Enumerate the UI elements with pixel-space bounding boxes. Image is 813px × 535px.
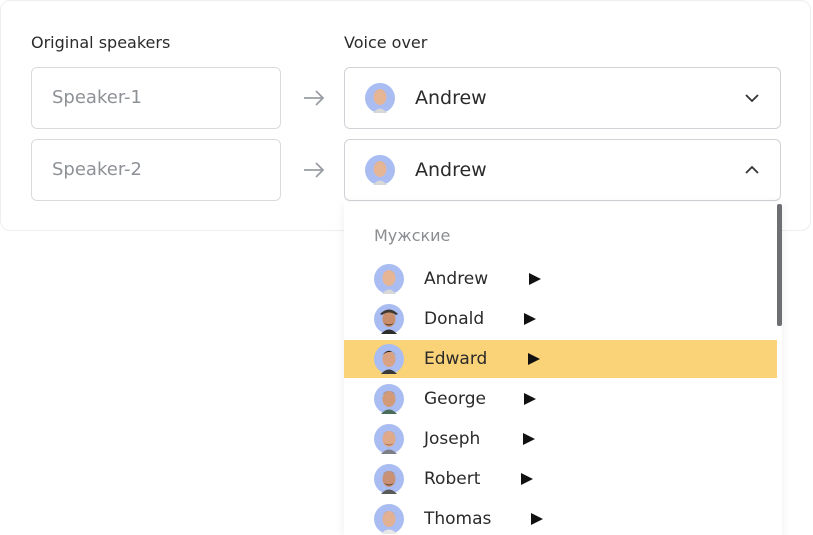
voice-option-name: George	[424, 389, 486, 409]
voice-select-speaker-1[interactable]: Andrew	[344, 67, 781, 129]
play-icon[interactable]	[522, 432, 536, 446]
play-icon[interactable]	[520, 472, 534, 486]
voice-option-name: Thomas	[424, 509, 492, 529]
avatar-joseph-icon	[374, 424, 404, 454]
speaker-2-field[interactable]: Speaker-2	[31, 139, 281, 201]
chevron-down-icon	[745, 94, 759, 103]
voice-option-donald[interactable]: Donald	[344, 300, 777, 338]
dropdown-scrollbar-thumb[interactable]	[777, 204, 782, 326]
arrow-right-icon	[304, 162, 325, 178]
group-label-male: Мужские	[374, 226, 451, 245]
voice-option-name: Robert	[424, 469, 481, 489]
chevron-up-icon	[745, 165, 759, 174]
avatar-george-icon	[374, 384, 404, 414]
voice-option-george[interactable]: George	[344, 380, 777, 418]
selected-voice-name: Andrew	[415, 87, 487, 109]
speaker-1-field[interactable]: Speaker-1	[31, 67, 281, 129]
voice-option-name: Edward	[424, 349, 488, 369]
avatar-robert-icon	[374, 464, 404, 494]
selected-voice-name: Andrew	[415, 159, 487, 181]
voice-option-andrew[interactable]: Andrew	[344, 260, 777, 298]
play-icon[interactable]	[530, 512, 544, 526]
avatar-andrew-icon	[365, 155, 395, 185]
original-speakers-label: Original speakers	[31, 33, 171, 52]
avatar-edward-icon	[374, 344, 404, 374]
play-icon[interactable]	[527, 352, 541, 366]
play-icon[interactable]	[528, 272, 542, 286]
voice-option-name: Andrew	[424, 269, 489, 289]
voice-option-joseph[interactable]: Joseph	[344, 420, 777, 458]
voice-option-edward[interactable]: Edward	[344, 340, 777, 378]
play-icon[interactable]	[523, 312, 537, 326]
avatar-thomas-icon	[374, 504, 404, 534]
voice-dropdown-list[interactable]: Мужские Andrew Donald Edward George Jose…	[344, 202, 782, 535]
arrow-right-icon	[304, 90, 325, 106]
voice-option-thomas[interactable]: Thomas	[344, 500, 777, 535]
play-icon[interactable]	[523, 392, 537, 406]
avatar-andrew-icon	[365, 83, 395, 113]
voice-select-speaker-2[interactable]: Andrew	[344, 139, 781, 201]
voice-option-name: Donald	[424, 309, 485, 329]
voice-option-name: Joseph	[424, 429, 481, 449]
voice-option-robert[interactable]: Robert	[344, 460, 777, 498]
avatar-donald-icon	[374, 304, 404, 334]
voice-over-label: Voice over	[344, 33, 428, 52]
avatar-andrew-icon	[374, 264, 404, 294]
